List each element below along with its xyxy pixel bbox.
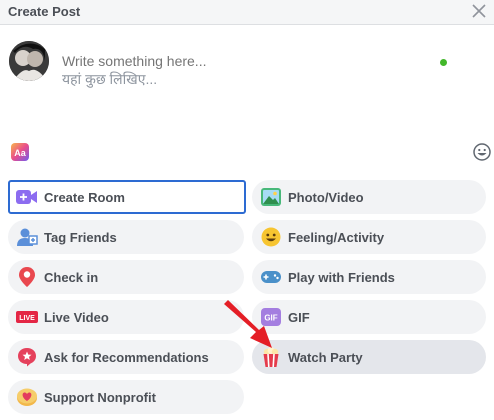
play-with-friends-label: Play with Friends [288,269,395,285]
smiley-icon [260,226,282,248]
support-nonprofit-label: Support Nonprofit [44,389,156,405]
photo-video-button[interactable]: Photo/Video [252,180,486,214]
support-nonprofit-button[interactable]: Support Nonprofit [8,380,244,414]
emoji-icon[interactable] [472,142,492,162]
dialog-title: Create Post [8,4,81,19]
tag-friends-label: Tag Friends [44,229,117,245]
live-video-label: Live Video [44,309,109,325]
ask-for-recommendations-button[interactable]: Ask for Recommendations [8,340,244,374]
tag-friends-button[interactable]: Tag Friends [8,220,244,254]
live-icon: LIVE [16,306,38,328]
location-pin-icon [16,266,38,288]
check-in-button[interactable]: Check in [8,260,244,294]
gamepad-icon [260,266,282,288]
gif-label: GIF [288,309,310,325]
composer-hint: यहां कुछ लिखिए... [62,71,158,87]
check-in-label: Check in [44,269,99,285]
live-video-button[interactable]: LIVE Live Video [8,300,244,334]
video-camera-plus-icon [16,186,38,208]
play-with-friends-button[interactable]: Play with Friends [252,260,486,294]
avatar [9,41,49,81]
heart-coin-icon [16,386,38,408]
svg-text:LIVE: LIVE [19,315,35,322]
photo-video-label: Photo/Video [288,189,364,205]
watch-party-button[interactable]: Watch Party [252,340,486,374]
gif-button[interactable]: GIF GIF [252,300,486,334]
watch-party-label: Watch Party [288,349,363,365]
create-room-button[interactable]: Create Room [8,180,246,214]
recommendations-icon [16,346,38,368]
online-status-dot [440,59,447,66]
close-icon[interactable] [470,2,488,20]
feeling-activity-button[interactable]: Feeling/Activity [252,220,486,254]
post-input[interactable] [62,52,362,70]
photo-icon [260,186,282,208]
red-arrow-annotation [224,300,272,348]
ask-for-recommendations-label: Ask for Recommendations [44,349,209,365]
text-style-icon[interactable]: Aa [10,142,30,162]
tag-friends-icon [16,226,38,248]
composer[interactable]: यहां कुछ लिखिए... [62,52,422,88]
dialog-header: Create Post [0,0,494,25]
svg-text:Aa: Aa [14,148,26,158]
create-room-label: Create Room [44,189,125,205]
feeling-activity-label: Feeling/Activity [288,229,385,245]
